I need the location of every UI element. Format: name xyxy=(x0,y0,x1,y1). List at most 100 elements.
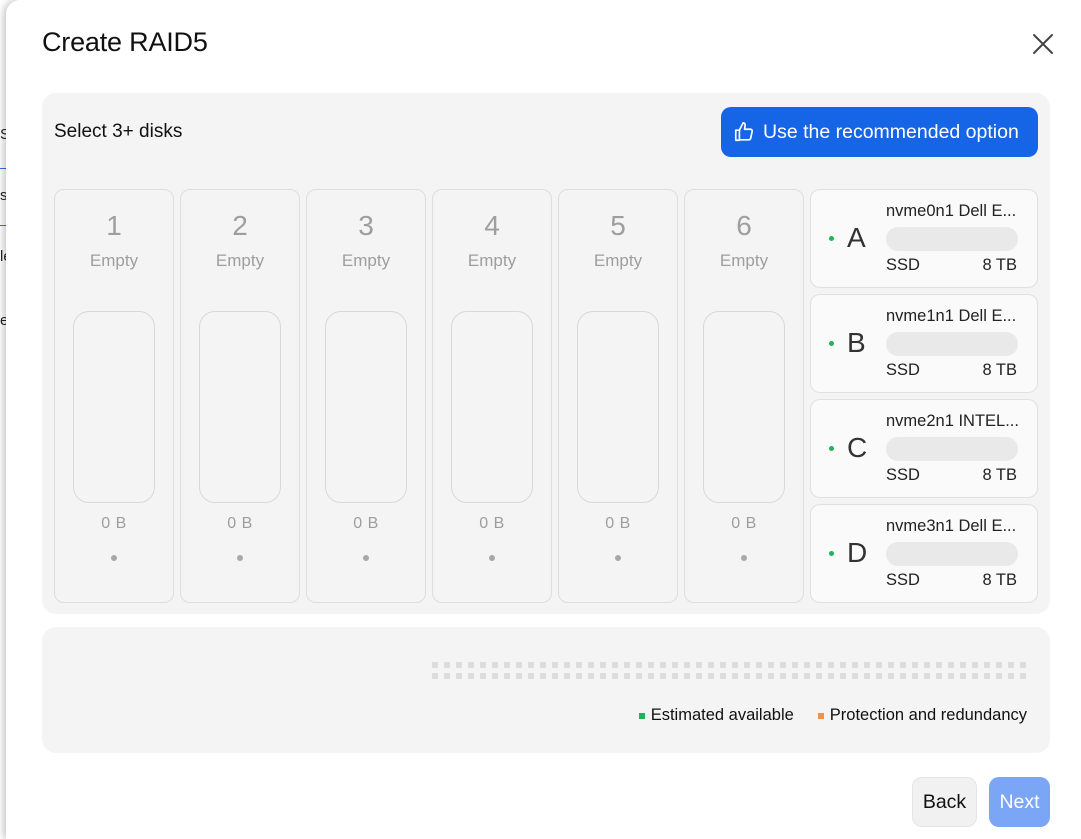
disk-letter: A xyxy=(847,222,866,253)
disk-capacity: 8 TB xyxy=(982,361,1017,379)
disk-card-a[interactable]: Anvme0n1 Dell E... SSD 8 TB xyxy=(810,189,1038,288)
slot-drop-zone[interactable] xyxy=(73,311,155,503)
slot-number: 6 xyxy=(736,210,752,241)
capacity-cell xyxy=(468,662,474,668)
capacity-cell xyxy=(948,662,954,668)
capacity-cell xyxy=(432,673,438,679)
disk-card-b[interactable]: Bnvme1n1 Dell E... SSD 8 TB xyxy=(810,294,1038,393)
capacity-summary-panel: Estimated available Protection and redun… xyxy=(42,627,1050,753)
disk-status-dot xyxy=(829,341,834,346)
capacity-cell xyxy=(780,673,786,679)
capacity-cell xyxy=(612,673,618,679)
capacity-cell xyxy=(804,662,810,668)
capacity-cell xyxy=(876,662,882,668)
disk-letter: B xyxy=(847,327,866,358)
capacity-cell xyxy=(744,662,750,668)
slot-size: 0 B xyxy=(101,515,127,532)
capacity-cell xyxy=(948,673,954,679)
capacity-cell xyxy=(720,662,726,668)
disk-name: nvme1n1 Dell E... xyxy=(886,307,1017,325)
capacity-cell xyxy=(984,673,990,679)
slot-state: Empty xyxy=(719,251,769,270)
capacity-cell xyxy=(456,673,462,679)
raid-slot-5[interactable]: 5 Empty 0 B xyxy=(558,189,678,603)
close-icon xyxy=(1033,34,1053,54)
disk-usage-bar xyxy=(886,542,1018,566)
capacity-cell xyxy=(756,673,762,679)
capacity-cell xyxy=(840,673,846,679)
capacity-cell xyxy=(552,673,558,679)
capacity-cell xyxy=(480,662,486,668)
slot-state: Empty xyxy=(467,251,517,270)
legend-item-available: Estimated available xyxy=(638,706,794,725)
capacity-cell xyxy=(600,662,606,668)
close-button[interactable] xyxy=(1030,31,1056,57)
capacity-cell xyxy=(780,662,786,668)
disk-name: nvme0n1 Dell E... xyxy=(886,202,1017,220)
slot-drop-zone[interactable] xyxy=(199,311,281,503)
slot-status-dot xyxy=(111,555,117,561)
slot-drop-zone[interactable] xyxy=(451,311,533,503)
capacity-cell xyxy=(768,662,774,668)
back-button[interactable]: Back xyxy=(912,777,977,827)
slot-number: 1 xyxy=(106,210,122,241)
capacity-cell xyxy=(660,673,666,679)
disk-letter: C xyxy=(847,432,868,463)
capacity-cell xyxy=(432,662,438,668)
capacity-cell xyxy=(660,662,666,668)
capacity-cell xyxy=(600,673,606,679)
slot-size: 0 B xyxy=(605,515,631,532)
slot-size: 0 B xyxy=(479,515,505,532)
capacity-cell xyxy=(684,673,690,679)
use-recommended-button[interactable]: Use the recommended option xyxy=(721,107,1038,157)
capacity-cell xyxy=(732,673,738,679)
raid-slot-3[interactable]: 3 Empty 0 B xyxy=(306,189,426,603)
slot-drop-zone[interactable] xyxy=(325,311,407,503)
capacity-cell xyxy=(900,662,906,668)
disk-card-c[interactable]: Cnvme2n1 INTEL... SSD 8 TB xyxy=(810,399,1038,498)
raid-slot-2[interactable]: 2 Empty 0 B xyxy=(180,189,300,603)
capacity-cell xyxy=(912,662,918,668)
slot-status-dot xyxy=(363,555,369,561)
legend-label: Estimated available xyxy=(650,706,794,724)
capacity-cell xyxy=(972,662,978,668)
capacity-cell xyxy=(636,662,642,668)
capacity-cell xyxy=(612,662,618,668)
capacity-cell xyxy=(768,673,774,679)
disk-type: SSD xyxy=(886,571,920,589)
disk-usage-bar xyxy=(886,437,1018,461)
slot-size: 0 B xyxy=(227,515,253,532)
slot-drop-zone[interactable] xyxy=(703,311,785,503)
slot-drop-zone[interactable] xyxy=(577,311,659,503)
capacity-cell xyxy=(624,673,630,679)
next-button[interactable]: Next xyxy=(989,777,1050,827)
slot-size: 0 B xyxy=(731,515,757,532)
capacity-cell xyxy=(852,673,858,679)
raid-slot-4[interactable]: 4 Empty 0 B xyxy=(432,189,552,603)
capacity-cell xyxy=(936,662,942,668)
raid-slot-6[interactable]: 6 Empty 0 B xyxy=(684,189,804,603)
capacity-cell xyxy=(888,673,894,679)
disk-usage-bar xyxy=(886,332,1018,356)
slot-status-dot xyxy=(615,555,621,561)
slot-number: 3 xyxy=(358,210,374,241)
capacity-cell xyxy=(828,662,834,668)
disk-card-d[interactable]: Dnvme3n1 Dell E... SSD 8 TB xyxy=(810,504,1038,603)
slot-number: 2 xyxy=(232,210,248,241)
capacity-cell xyxy=(732,662,738,668)
disk-capacity: 8 TB xyxy=(982,571,1017,589)
capacity-cell xyxy=(876,673,882,679)
raid-slot-1[interactable]: 1 Empty 0 B xyxy=(54,189,174,603)
capacity-cell xyxy=(960,673,966,679)
capacity-cell xyxy=(924,673,930,679)
capacity-cell xyxy=(816,662,822,668)
slot-size: 0 B xyxy=(353,515,379,532)
capacity-cell xyxy=(480,673,486,679)
slot-number: 5 xyxy=(610,210,626,241)
disk-status-dot xyxy=(829,236,834,241)
capacity-cell xyxy=(984,662,990,668)
capacity-cell xyxy=(648,673,654,679)
capacity-cell xyxy=(708,662,714,668)
capacity-cell xyxy=(588,662,594,668)
capacity-cell xyxy=(840,662,846,668)
